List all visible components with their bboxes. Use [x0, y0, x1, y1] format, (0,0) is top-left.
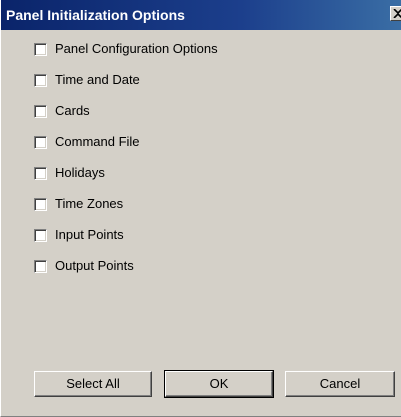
window-title: Panel Initialization Options: [6, 7, 185, 23]
option-label: Panel Configuration Options: [55, 41, 218, 56]
option-label: Holidays: [55, 165, 105, 180]
option-label: Time Zones: [55, 196, 124, 211]
option-label: Time and Date: [55, 72, 140, 87]
holidays-checkbox[interactable]: [34, 167, 47, 180]
title-bar: Panel Initialization Options: [1, 0, 401, 30]
option-label: Cards: [55, 103, 90, 118]
panel-configuration-options-checkbox[interactable]: [34, 43, 47, 56]
command-file-checkbox[interactable]: [34, 136, 47, 149]
option-time-zones[interactable]: Time Zones: [34, 196, 354, 212]
option-output-points[interactable]: Output Points: [34, 258, 354, 274]
option-cards[interactable]: Cards: [34, 103, 354, 119]
option-label: Command File: [55, 134, 140, 149]
option-time-and-date[interactable]: Time and Date: [34, 72, 354, 88]
panel-initialization-dialog: Panel Initialization Options Panel Confi…: [0, 0, 401, 417]
option-panel-configuration-options[interactable]: Panel Configuration Options: [34, 41, 354, 57]
cancel-button[interactable]: Cancel: [285, 371, 395, 397]
input-points-checkbox[interactable]: [34, 229, 47, 242]
time-and-date-checkbox[interactable]: [34, 74, 47, 87]
time-zones-checkbox[interactable]: [34, 198, 47, 211]
close-button[interactable]: [390, 6, 401, 21]
select-all-button[interactable]: Select All: [34, 371, 152, 397]
cards-checkbox[interactable]: [34, 105, 47, 118]
close-icon: [393, 9, 401, 18]
option-label: Output Points: [55, 258, 134, 273]
option-input-points[interactable]: Input Points: [34, 227, 354, 243]
option-command-file[interactable]: Command File: [34, 134, 354, 150]
option-holidays[interactable]: Holidays: [34, 165, 354, 181]
option-label: Input Points: [55, 227, 124, 242]
ok-button[interactable]: OK: [164, 370, 274, 398]
output-points-checkbox[interactable]: [34, 260, 47, 273]
